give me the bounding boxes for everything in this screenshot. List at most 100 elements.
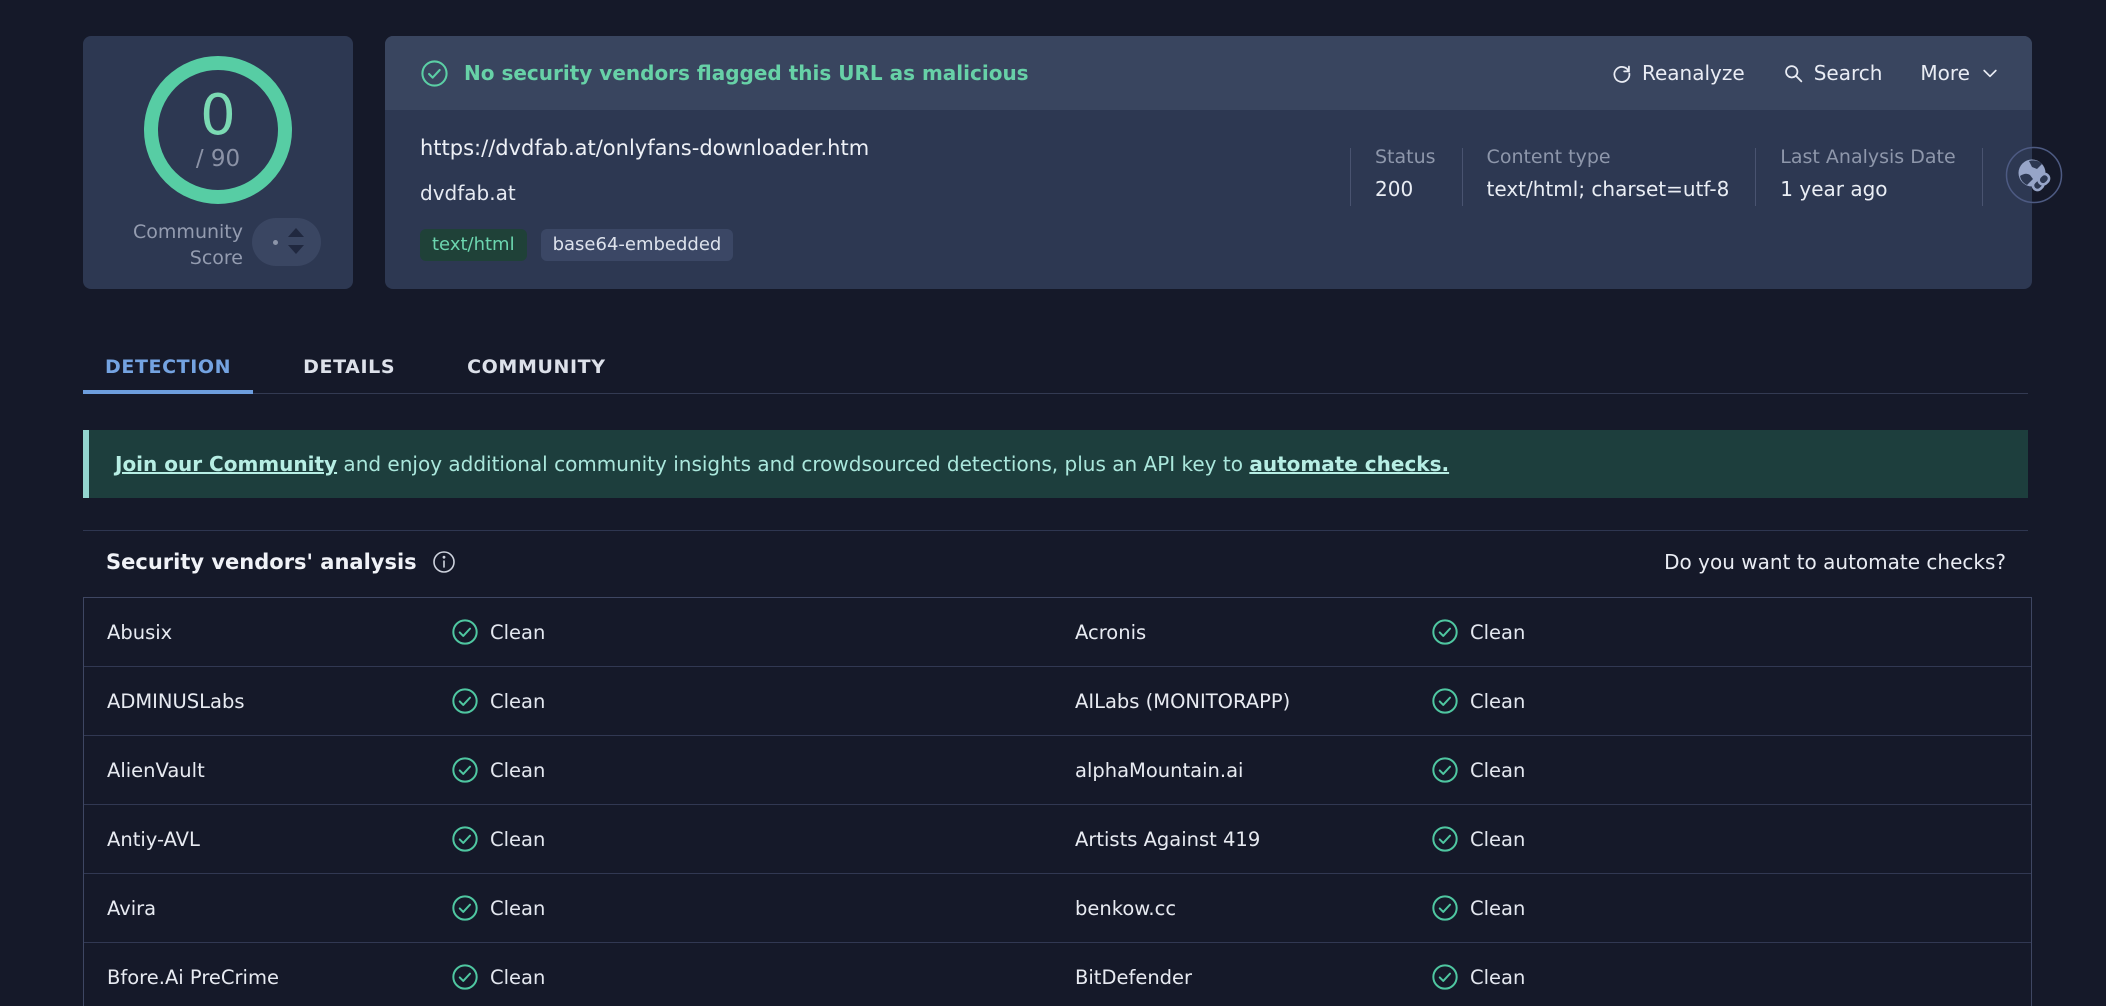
analysis-section-title: Security vendors' analysis [106, 550, 417, 574]
vendor-name: BitDefender [1075, 966, 1431, 989]
check-circle-icon [451, 618, 479, 646]
vendor-verdict: Clean [451, 618, 1075, 646]
verdict-label: Clean [490, 828, 545, 851]
tag-content-type[interactable]: text/html [420, 229, 527, 261]
check-circle-icon [451, 963, 479, 991]
verdict-label: Clean [490, 897, 545, 920]
tag-base64-embedded[interactable]: base64-embedded [541, 229, 734, 261]
meta-status-label: Status [1375, 146, 1436, 168]
vendor-name: Antiy-AVL [107, 828, 451, 851]
vendor-name: Artists Against 419 [1075, 828, 1431, 851]
table-row: Antiy-AVL Clean Artists Against 419 Clea… [84, 805, 2031, 874]
table-row: Avira Clean benkow.cc Clean [84, 874, 2031, 943]
check-circle-icon [451, 756, 479, 784]
verdict-label: Clean [1470, 690, 1525, 713]
info-circle-icon[interactable] [432, 550, 456, 574]
community-score-label: Community Score [101, 220, 243, 271]
detections-count: 0 [200, 88, 236, 144]
header-meta-row: Status 200 Content type text/html; chars… [1350, 146, 2063, 206]
globe-link-icon [2005, 146, 2063, 204]
vendor-verdict: Clean [1431, 618, 2031, 646]
verdict-label: Clean [490, 966, 545, 989]
virustotal-url-report-page: 0 / 90 Community Score No security vendo… [0, 0, 2106, 1006]
vendor-name: Abusix [107, 621, 451, 644]
meta-status-value: 200 [1375, 177, 1436, 201]
check-circle-icon [1431, 756, 1459, 784]
check-circle-icon [451, 825, 479, 853]
vendor-verdict: Clean [1431, 894, 2031, 922]
meta-status: Status 200 [1351, 146, 1462, 201]
table-row: Bfore.Ai PreCrime Clean BitDefender Clea… [84, 943, 2031, 1006]
verdict-label: Clean [490, 690, 545, 713]
verdict-label: Clean [1470, 897, 1525, 920]
vendor-name: Avira [107, 897, 451, 920]
check-circle-icon [420, 59, 449, 88]
verdict-banner: No security vendors flagged this URL as … [385, 36, 2032, 110]
meta-last-analysis-label: Last Analysis Date [1780, 146, 1955, 168]
vendor-verdict: Clean [451, 687, 1075, 715]
tab-details[interactable]: DETAILS [281, 341, 417, 393]
community-score-card: 0 / 90 Community Score [83, 36, 353, 289]
verdict-label: Clean [490, 621, 545, 644]
analyzed-url[interactable]: https://dvdfab.at/onlyfans-downloader.ht… [420, 136, 869, 160]
vendor-name: Bfore.Ai PreCrime [107, 966, 451, 989]
vendor-verdict: Clean [1431, 756, 2031, 784]
check-circle-icon [1431, 963, 1459, 991]
check-circle-icon [1431, 618, 1459, 646]
table-row: AlienVault Clean alphaMountain.ai Clean [84, 736, 2031, 805]
more-label: More [1920, 61, 1970, 85]
divider [1982, 148, 1983, 206]
automate-checks-prompt[interactable]: Do you want to automate checks? [1664, 550, 2028, 574]
meta-content-type-value: text/html; charset=utf-8 [1487, 177, 1730, 201]
verdict-label: Clean [1470, 759, 1525, 782]
vendor-name: ADMINUSLabs [107, 690, 451, 713]
security-vendors-table: Abusix Clean Acronis Clean ADMINUSLabs C… [83, 597, 2032, 1006]
vendor-name: AILabs (MONITORAPP) [1075, 690, 1431, 713]
check-circle-icon [1431, 687, 1459, 715]
vendor-verdict: Clean [451, 825, 1075, 853]
report-tabs: DETECTION DETAILS COMMUNITY [83, 341, 2028, 394]
check-circle-icon [451, 894, 479, 922]
community-vote-widget[interactable] [252, 218, 321, 266]
automate-checks-link[interactable]: automate checks. [1249, 452, 1449, 476]
vendor-verdict: Clean [1431, 825, 2031, 853]
vendor-verdict: Clean [451, 756, 1075, 784]
magnifier-icon [1783, 63, 1804, 84]
meta-last-analysis-value: 1 year ago [1780, 177, 1955, 201]
reanalyze-button[interactable]: Reanalyze [1611, 61, 1745, 85]
vendor-verdict: Clean [451, 963, 1075, 991]
tag-row: text/html base64-embedded [420, 229, 733, 261]
report-header-card: No security vendors flagged this URL as … [385, 36, 2032, 289]
verdict-label: Clean [1470, 828, 1525, 851]
check-circle-icon [1431, 894, 1459, 922]
vendor-verdict: Clean [1431, 963, 2031, 991]
chevron-down-icon [1980, 63, 2000, 83]
detection-score-ring: 0 / 90 [144, 56, 292, 204]
verdict-label: Clean [1470, 966, 1525, 989]
search-button[interactable]: Search [1783, 61, 1883, 85]
more-menu-button[interactable]: More [1920, 61, 2000, 85]
vendor-name: benkow.cc [1075, 897, 1431, 920]
tab-detection[interactable]: DETECTION [83, 341, 253, 393]
verdict-text: No security vendors flagged this URL as … [464, 61, 1029, 85]
meta-content-type: Content type text/html; charset=utf-8 [1463, 146, 1756, 201]
check-circle-icon [451, 687, 479, 715]
detections-total: / 90 [196, 146, 240, 172]
join-community-link[interactable]: Join our Community [115, 452, 337, 476]
vendor-verdict: Clean [451, 894, 1075, 922]
reanalyze-label: Reanalyze [1642, 61, 1745, 85]
refresh-icon [1611, 63, 1632, 84]
tab-community[interactable]: COMMUNITY [445, 341, 627, 393]
check-circle-icon [1431, 825, 1459, 853]
vendor-name: alphaMountain.ai [1075, 759, 1431, 782]
divider [83, 530, 2028, 531]
join-community-banner: Join our Community and enjoy additional … [83, 430, 2028, 498]
verdict-label: Clean [1470, 621, 1525, 644]
vote-down-icon[interactable] [288, 245, 304, 254]
verdict-label: Clean [490, 759, 545, 782]
vendor-name: Acronis [1075, 621, 1431, 644]
search-label: Search [1814, 61, 1883, 85]
vote-up-icon[interactable] [288, 228, 304, 237]
join-community-text: Join our Community and enjoy additional … [115, 452, 1449, 476]
analyzed-domain[interactable]: dvdfab.at [420, 181, 516, 205]
